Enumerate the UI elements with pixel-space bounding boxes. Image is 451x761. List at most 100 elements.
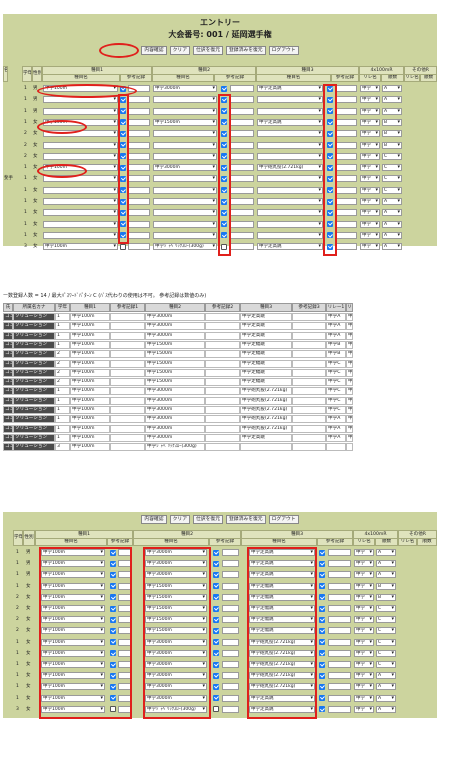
event3-ref-input[interactable]	[336, 130, 357, 138]
relay-team-select[interactable]: 中学	[354, 571, 374, 579]
event2-ref-input[interactable]	[222, 571, 239, 579]
event2-ref-checkbox[interactable]	[213, 661, 219, 668]
event2-ref-checkbox[interactable]	[221, 85, 227, 92]
event2-select[interactable]: 中学1500m	[153, 118, 217, 126]
relay-team-select[interactable]: 中学	[360, 209, 380, 217]
event2-ref-input[interactable]	[230, 243, 254, 251]
relay-team-select[interactable]: 中学	[354, 582, 374, 590]
event3-ref-checkbox[interactable]	[319, 616, 325, 623]
event1-ref-input[interactable]	[128, 141, 150, 149]
event3-ref-input[interactable]	[336, 186, 357, 194]
event1-ref-input[interactable]	[128, 186, 150, 194]
relay-team-select[interactable]: 中学	[360, 141, 380, 149]
event2-ref-input[interactable]	[222, 705, 239, 713]
event2-ref-input[interactable]	[230, 152, 254, 160]
relay-order-select[interactable]: A	[382, 243, 402, 251]
confirm-button[interactable]: 内容確認	[141, 515, 167, 524]
restore-registered-button[interactable]: 登録済みを復元	[226, 515, 266, 524]
relay-order-select[interactable]: C	[382, 186, 402, 194]
event2-ref-input[interactable]	[222, 616, 239, 624]
event3-ref-input[interactable]	[328, 661, 351, 668]
event3-ref-input[interactable]	[328, 582, 351, 590]
event1-ref-input[interactable]	[128, 96, 150, 104]
relay-team-select[interactable]: 中学	[354, 593, 374, 601]
relay-order-select[interactable]: A	[376, 694, 396, 702]
event2-ref-checkbox[interactable]	[213, 706, 219, 713]
relay-order-select[interactable]: A	[382, 220, 402, 228]
event3-select[interactable]	[257, 107, 323, 115]
event3-ref-input[interactable]	[336, 209, 357, 217]
event2-ref-input[interactable]	[230, 186, 254, 194]
event2-select[interactable]	[153, 107, 217, 115]
event2-select[interactable]	[153, 96, 217, 104]
event2-ref-checkbox[interactable]	[213, 549, 219, 556]
event2-ref-input[interactable]	[222, 549, 239, 556]
event2-ref-input[interactable]	[230, 231, 254, 239]
event2-ref-checkbox[interactable]	[213, 594, 219, 601]
event3-ref-checkbox[interactable]	[319, 627, 325, 634]
event3-ref-input[interactable]	[336, 107, 357, 115]
relay-order-select[interactable]: A	[382, 209, 402, 217]
relay-order-select[interactable]: C	[376, 649, 396, 657]
event3-ref-input[interactable]	[336, 164, 357, 172]
relay-team-select[interactable]: 中学	[360, 85, 380, 92]
relay-team-select[interactable]: 中学	[360, 107, 380, 115]
event3-ref-checkbox[interactable]	[319, 583, 325, 590]
event2-ref-input[interactable]	[230, 118, 254, 126]
relay-team-select[interactable]: 中学	[360, 130, 380, 138]
relay-order-select[interactable]: A	[376, 571, 396, 579]
relay-order-select[interactable]: A	[376, 560, 396, 568]
event3-ref-input[interactable]	[336, 118, 357, 126]
logout-button[interactable]: ログアウト	[268, 515, 299, 524]
event2-ref-input[interactable]	[222, 593, 239, 601]
clear-button[interactable]: クリア	[169, 515, 190, 524]
relay-team-select[interactable]: 中学	[354, 605, 374, 612]
event2-ref-checkbox[interactable]	[213, 616, 219, 623]
relay-order-select[interactable]: A	[382, 198, 402, 205]
event2-ref-input[interactable]	[230, 107, 254, 115]
relay-team-select[interactable]: 中学	[354, 560, 374, 568]
event2-select[interactable]	[153, 130, 217, 138]
event1-ref-input[interactable]	[128, 164, 150, 172]
event2-select[interactable]	[153, 141, 217, 149]
relay-team-select[interactable]: 中学	[360, 164, 380, 172]
event2-ref-checkbox[interactable]	[213, 672, 219, 679]
event3-ref-checkbox[interactable]	[319, 549, 325, 556]
event1-select[interactable]: 中学100m	[43, 243, 118, 251]
event2-ref-input[interactable]	[222, 683, 239, 691]
event3-select[interactable]	[257, 141, 323, 149]
event2-ref-input[interactable]	[222, 560, 239, 568]
relay-team-select[interactable]: 中学	[354, 694, 374, 702]
relay-team-select[interactable]: 中学	[354, 616, 374, 624]
event3-select[interactable]: 中学砲丸投(2.721kg)	[257, 164, 323, 172]
event1-ref-checkbox[interactable]	[120, 243, 126, 250]
relay-team-select[interactable]: 中学	[360, 231, 380, 239]
relay-order-select[interactable]: C	[382, 175, 402, 183]
relay-order-select[interactable]: C	[376, 661, 396, 668]
event1-select[interactable]	[43, 220, 118, 228]
event3-select[interactable]	[257, 209, 323, 217]
relay-order-select[interactable]: C	[376, 605, 396, 612]
event2-ref-input[interactable]	[230, 198, 254, 205]
relay-order-select[interactable]: B	[376, 593, 396, 601]
event3-select[interactable]: 中学走高跳	[257, 118, 323, 126]
event3-select[interactable]	[257, 175, 323, 183]
relay-order-select[interactable]: A	[376, 672, 396, 680]
event3-select[interactable]	[257, 220, 323, 228]
event3-ref-input[interactable]	[328, 627, 351, 635]
relay-order-select[interactable]: C	[376, 638, 396, 646]
relay-team-select[interactable]: 中学	[354, 649, 374, 657]
event2-select[interactable]	[153, 231, 217, 239]
event1-select[interactable]	[43, 152, 118, 160]
relay-order-select[interactable]: B	[382, 141, 402, 149]
confirm-button[interactable]: 内容確認	[141, 46, 167, 55]
relay-team-select[interactable]: 中学	[360, 243, 380, 251]
event3-ref-input[interactable]	[328, 593, 351, 601]
event3-select[interactable]	[257, 130, 323, 138]
event3-ref-input[interactable]	[328, 616, 351, 624]
event2-ref-input[interactable]	[222, 661, 239, 668]
event1-ref-input[interactable]	[128, 231, 150, 239]
event2-select[interactable]	[153, 198, 217, 205]
relay-team-select[interactable]: 中学	[354, 638, 374, 646]
relay-team-select[interactable]: 中学	[360, 198, 380, 205]
